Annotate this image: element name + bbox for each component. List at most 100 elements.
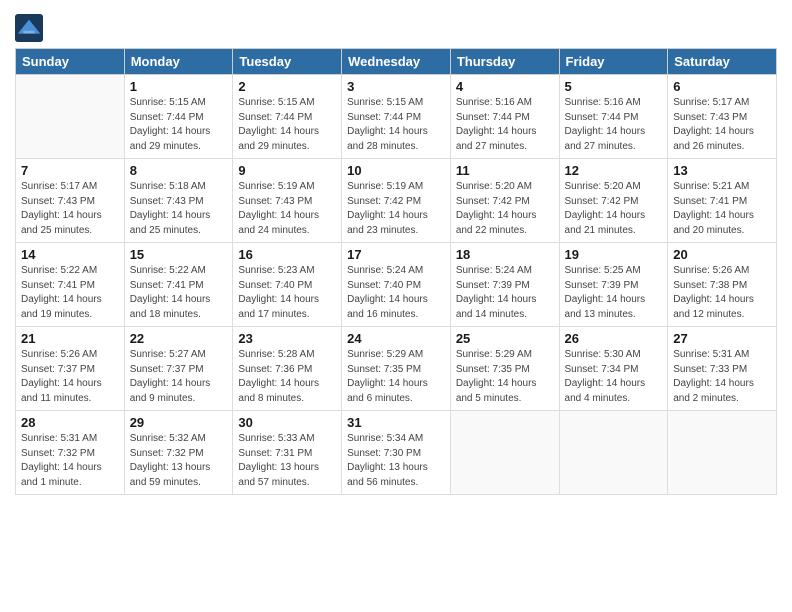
day-info: Sunrise: 5:28 AM Sunset: 7:36 PM Dayligh… bbox=[238, 348, 336, 406]
calendar-cell: 10 Sunrise: 5:19 AM Sunset: 7:42 PM Dayli… bbox=[342, 159, 451, 243]
day-info: Sunrise: 5:19 AM Sunset: 7:43 PM Dayligh… bbox=[238, 180, 336, 238]
day-number: 25 bbox=[456, 331, 554, 346]
weekday-header-row: SundayMondayTuesdayWednesdayThursdayFrid… bbox=[16, 49, 777, 75]
calendar-cell: 12 Sunrise: 5:20 AM Sunset: 7:42 PM Dayli… bbox=[559, 159, 668, 243]
calendar-cell: 14Sunrise: 5:22 AM Sunset: 7:41 PM Dayli… bbox=[16, 243, 125, 327]
calendar-week-row-3: 14 Sunrise: 5:22 AM Sunset: 7:41 PM Dayli… bbox=[16, 243, 777, 327]
day-number: 16 bbox=[238, 247, 336, 262]
calendar-cell bbox=[559, 411, 668, 495]
day-info: Sunrise: 5:22 AM Sunset: 7:41 PM Dayligh… bbox=[130, 264, 228, 322]
day-number: 2 bbox=[238, 79, 336, 94]
calendar-week-row-2: 7Sunrise: 5:17 AM Sunset: 7:43 PM Daylig… bbox=[16, 159, 777, 243]
day-number: 12 bbox=[565, 163, 663, 178]
day-number: 27 bbox=[673, 331, 771, 346]
calendar-cell: 31Sunrise: 5:34 AM Sunset: 7:30 PM Dayli… bbox=[342, 411, 451, 495]
day-number: 26 bbox=[565, 331, 663, 346]
day-info: Sunrise: 5:29 AM Sunset: 7:35 PM Dayligh… bbox=[347, 348, 445, 406]
calendar-cell: 8Sunrise: 5:18 AM Sunset: 7:43 PM Daylig… bbox=[124, 159, 233, 243]
day-info: Sunrise: 5:34 AM Sunset: 7:30 PM Dayligh… bbox=[347, 432, 445, 490]
calendar-cell: 16 Sunrise: 5:23 AM Sunset: 7:40 PM Dayli… bbox=[233, 243, 342, 327]
day-number: 24 bbox=[347, 331, 445, 346]
day-number: 22 bbox=[130, 331, 228, 346]
day-number: 30 bbox=[238, 415, 336, 430]
day-info: Sunrise: 5:26 AM Sunset: 7:38 PM Dayligh… bbox=[673, 264, 771, 322]
calendar-cell: 18Sunrise: 5:24 AM Sunset: 7:39 PM Dayli… bbox=[450, 243, 559, 327]
calendar-cell: 6 Sunrise: 5:17 AM Sunset: 7:43 PM Daylig… bbox=[668, 75, 777, 159]
calendar-cell: 21 Sunrise: 5:26 AM Sunset: 7:37 PM Dayli… bbox=[16, 327, 125, 411]
weekday-header-thursday: Thursday bbox=[450, 49, 559, 75]
day-info: Sunrise: 5:16 AM Sunset: 7:44 PM Dayligh… bbox=[456, 96, 554, 154]
calendar-cell: 1Sunrise: 5:15 AM Sunset: 7:44 PM Daylig… bbox=[124, 75, 233, 159]
calendar-week-row-4: 21 Sunrise: 5:26 AM Sunset: 7:37 PM Dayli… bbox=[16, 327, 777, 411]
day-info: Sunrise: 5:27 AM Sunset: 7:37 PM Dayligh… bbox=[130, 348, 228, 406]
calendar-cell: 9 Sunrise: 5:19 AM Sunset: 7:43 PM Daylig… bbox=[233, 159, 342, 243]
calendar-cell: 28 Sunrise: 5:31 AM Sunset: 7:32 PM Dayli… bbox=[16, 411, 125, 495]
calendar-cell: 15 Sunrise: 5:22 AM Sunset: 7:41 PM Dayli… bbox=[124, 243, 233, 327]
calendar-cell: 25Sunrise: 5:29 AM Sunset: 7:35 PM Dayli… bbox=[450, 327, 559, 411]
day-number: 19 bbox=[565, 247, 663, 262]
day-number: 14 bbox=[21, 247, 119, 262]
calendar-cell: 4 Sunrise: 5:16 AM Sunset: 7:44 PM Daylig… bbox=[450, 75, 559, 159]
calendar-cell: 22 Sunrise: 5:27 AM Sunset: 7:37 PM Dayli… bbox=[124, 327, 233, 411]
day-info: Sunrise: 5:26 AM Sunset: 7:37 PM Dayligh… bbox=[21, 348, 119, 406]
day-info: Sunrise: 5:16 AM Sunset: 7:44 PM Dayligh… bbox=[565, 96, 663, 154]
day-info: Sunrise: 5:23 AM Sunset: 7:40 PM Dayligh… bbox=[238, 264, 336, 322]
day-number: 9 bbox=[238, 163, 336, 178]
day-info: Sunrise: 5:15 AM Sunset: 7:44 PM Dayligh… bbox=[347, 96, 445, 154]
calendar-week-row-5: 28 Sunrise: 5:31 AM Sunset: 7:32 PM Dayli… bbox=[16, 411, 777, 495]
day-info: Sunrise: 5:24 AM Sunset: 7:39 PM Dayligh… bbox=[456, 264, 554, 322]
calendar-week-row-1: 1Sunrise: 5:15 AM Sunset: 7:44 PM Daylig… bbox=[16, 75, 777, 159]
calendar-cell: 30Sunrise: 5:33 AM Sunset: 7:31 PM Dayli… bbox=[233, 411, 342, 495]
calendar-cell: 5 Sunrise: 5:16 AM Sunset: 7:44 PM Daylig… bbox=[559, 75, 668, 159]
day-info: Sunrise: 5:21 AM Sunset: 7:41 PM Dayligh… bbox=[673, 180, 771, 238]
day-info: Sunrise: 5:15 AM Sunset: 7:44 PM Dayligh… bbox=[238, 96, 336, 154]
day-info: Sunrise: 5:30 AM Sunset: 7:34 PM Dayligh… bbox=[565, 348, 663, 406]
day-info: Sunrise: 5:17 AM Sunset: 7:43 PM Dayligh… bbox=[673, 96, 771, 154]
day-number: 15 bbox=[130, 247, 228, 262]
calendar-cell bbox=[450, 411, 559, 495]
day-number: 6 bbox=[673, 79, 771, 94]
weekday-header-wednesday: Wednesday bbox=[342, 49, 451, 75]
calendar-cell: 7Sunrise: 5:17 AM Sunset: 7:43 PM Daylig… bbox=[16, 159, 125, 243]
day-info: Sunrise: 5:19 AM Sunset: 7:42 PM Dayligh… bbox=[347, 180, 445, 238]
calendar-cell: 26 Sunrise: 5:30 AM Sunset: 7:34 PM Dayli… bbox=[559, 327, 668, 411]
day-info: Sunrise: 5:15 AM Sunset: 7:44 PM Dayligh… bbox=[130, 96, 228, 154]
calendar-cell: 3 Sunrise: 5:15 AM Sunset: 7:44 PM Daylig… bbox=[342, 75, 451, 159]
calendar-cell: 17 Sunrise: 5:24 AM Sunset: 7:40 PM Dayli… bbox=[342, 243, 451, 327]
day-info: Sunrise: 5:31 AM Sunset: 7:33 PM Dayligh… bbox=[673, 348, 771, 406]
day-number: 17 bbox=[347, 247, 445, 262]
day-info: Sunrise: 5:24 AM Sunset: 7:40 PM Dayligh… bbox=[347, 264, 445, 322]
day-number: 3 bbox=[347, 79, 445, 94]
day-number: 21 bbox=[21, 331, 119, 346]
calendar-cell: 20 Sunrise: 5:26 AM Sunset: 7:38 PM Dayli… bbox=[668, 243, 777, 327]
calendar-cell: 2 Sunrise: 5:15 AM Sunset: 7:44 PM Daylig… bbox=[233, 75, 342, 159]
calendar-cell: 24 Sunrise: 5:29 AM Sunset: 7:35 PM Dayli… bbox=[342, 327, 451, 411]
day-info: Sunrise: 5:20 AM Sunset: 7:42 PM Dayligh… bbox=[565, 180, 663, 238]
calendar-cell: 19 Sunrise: 5:25 AM Sunset: 7:39 PM Dayli… bbox=[559, 243, 668, 327]
weekday-header-monday: Monday bbox=[124, 49, 233, 75]
calendar-cell: 29 Sunrise: 5:32 AM Sunset: 7:32 PM Dayli… bbox=[124, 411, 233, 495]
day-number: 4 bbox=[456, 79, 554, 94]
day-number: 20 bbox=[673, 247, 771, 262]
day-number: 7 bbox=[21, 163, 119, 178]
day-info: Sunrise: 5:18 AM Sunset: 7:43 PM Dayligh… bbox=[130, 180, 228, 238]
calendar-cell: 23 Sunrise: 5:28 AM Sunset: 7:36 PM Dayli… bbox=[233, 327, 342, 411]
day-info: Sunrise: 5:25 AM Sunset: 7:39 PM Dayligh… bbox=[565, 264, 663, 322]
logo bbox=[15, 14, 45, 42]
day-number: 13 bbox=[673, 163, 771, 178]
weekday-header-sunday: Sunday bbox=[16, 49, 125, 75]
calendar-cell: 13 Sunrise: 5:21 AM Sunset: 7:41 PM Dayli… bbox=[668, 159, 777, 243]
day-info: Sunrise: 5:20 AM Sunset: 7:42 PM Dayligh… bbox=[456, 180, 554, 238]
day-info: Sunrise: 5:31 AM Sunset: 7:32 PM Dayligh… bbox=[21, 432, 119, 490]
weekday-header-saturday: Saturday bbox=[668, 49, 777, 75]
day-number: 10 bbox=[347, 163, 445, 178]
calendar-cell: 11 Sunrise: 5:20 AM Sunset: 7:42 PM Dayli… bbox=[450, 159, 559, 243]
day-number: 11 bbox=[456, 163, 554, 178]
calendar-cell: 27 Sunrise: 5:31 AM Sunset: 7:33 PM Dayli… bbox=[668, 327, 777, 411]
day-info: Sunrise: 5:32 AM Sunset: 7:32 PM Dayligh… bbox=[130, 432, 228, 490]
day-number: 23 bbox=[238, 331, 336, 346]
day-number: 28 bbox=[21, 415, 119, 430]
weekday-header-friday: Friday bbox=[559, 49, 668, 75]
day-number: 5 bbox=[565, 79, 663, 94]
day-number: 29 bbox=[130, 415, 228, 430]
